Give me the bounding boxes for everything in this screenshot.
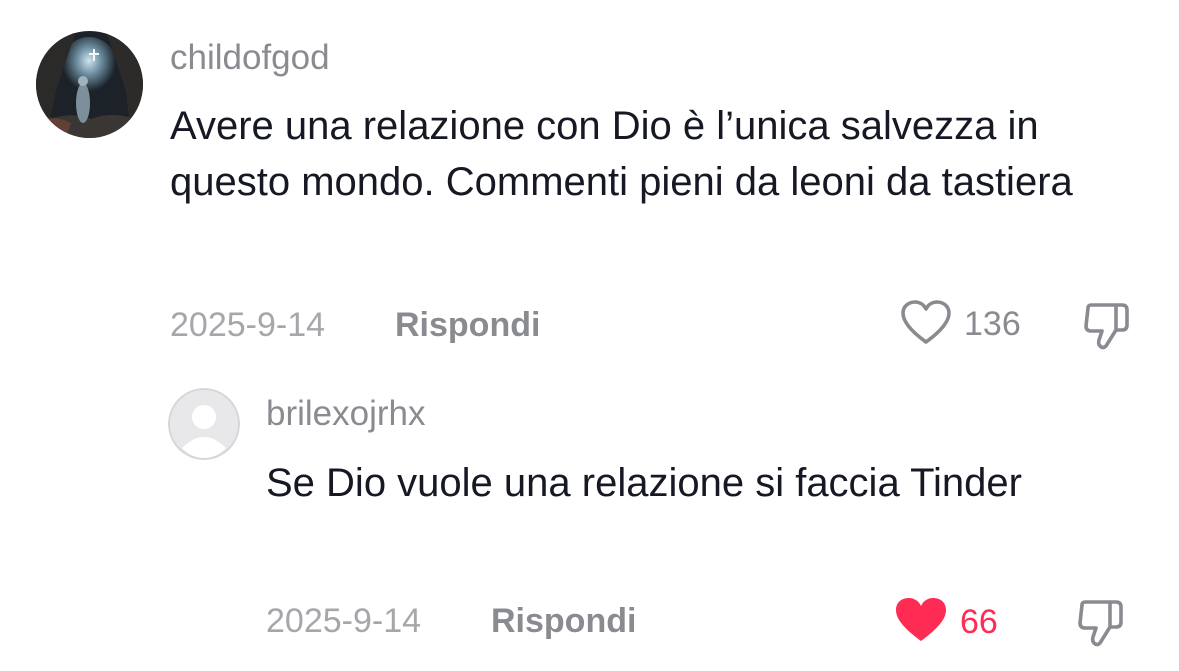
reply-button[interactable]: Rispondi <box>491 602 636 641</box>
avatar[interactable] <box>36 31 143 138</box>
comment-username[interactable]: childofgod <box>170 38 330 78</box>
dislike-button[interactable] <box>1076 597 1126 654</box>
comment-text: Se Dio vuole una relazione si faccia Tin… <box>266 461 1022 505</box>
comment-date: 2025-9-14 <box>266 602 422 640</box>
avatar-image <box>36 31 143 138</box>
heart-outline-icon <box>900 299 952 350</box>
default-avatar-icon <box>168 388 240 460</box>
dislike-button[interactable] <box>1082 300 1132 357</box>
comment-username[interactable]: brilexojrhx <box>266 394 426 434</box>
like-count: 136 <box>964 305 1021 343</box>
reply-button[interactable]: Rispondi <box>395 306 540 345</box>
like-count: 66 <box>960 603 998 641</box>
like-button[interactable]: 136 <box>900 299 1021 350</box>
like-button[interactable]: 66 <box>894 596 998 649</box>
avatar[interactable] <box>168 388 240 460</box>
comment-text: Avere una relazione con Dio è l’unica sa… <box>170 104 1073 204</box>
heart-filled-icon <box>894 596 948 649</box>
thumbs-down-icon <box>1076 600 1126 653</box>
comment-date: 2025-9-14 <box>170 306 326 344</box>
thumbs-down-icon <box>1082 303 1132 356</box>
